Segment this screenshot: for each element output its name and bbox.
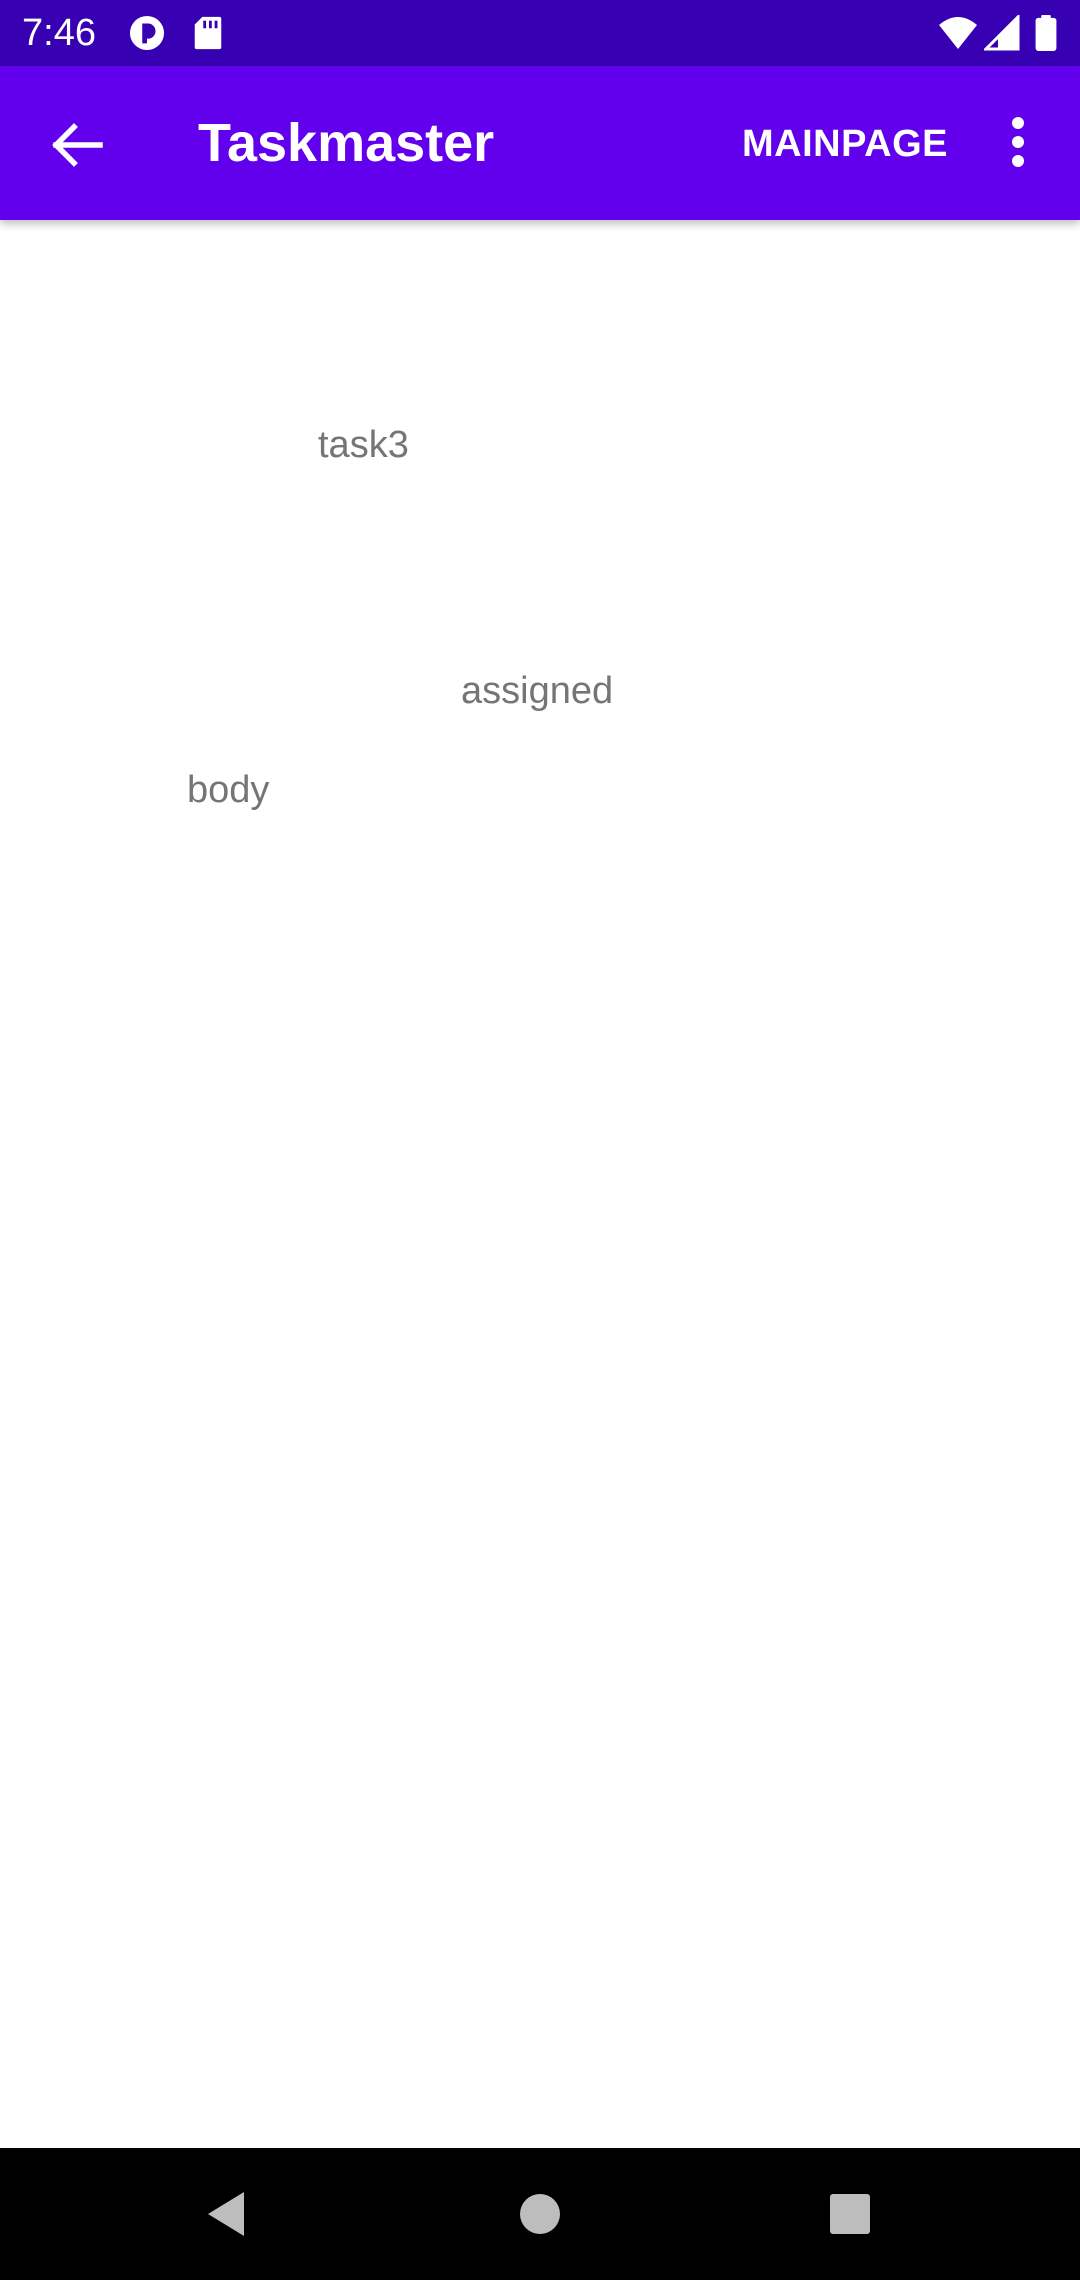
task-detail-screen: 7:46 Taskmaster MAINPAGE task3 assigned … xyxy=(0,0,1080,2280)
app-bar: Taskmaster MAINPAGE xyxy=(0,66,1080,220)
home-circle-icon[interactable] xyxy=(508,2182,572,2246)
navigation-bar xyxy=(0,2148,1080,2280)
recents-square-icon[interactable] xyxy=(818,2182,882,2246)
mainpage-button[interactable]: MAINPAGE xyxy=(720,116,970,172)
sd-card-icon xyxy=(194,16,222,50)
battery-icon xyxy=(1035,15,1057,51)
status-bar: 7:46 xyxy=(0,0,1080,66)
task-body: body xyxy=(187,769,270,811)
wifi-icon xyxy=(939,17,977,49)
cell-signal-icon xyxy=(984,15,1020,51)
overflow-menu-icon[interactable] xyxy=(990,109,1046,181)
task-title: task3 xyxy=(318,424,409,466)
app-title: Taskmaster xyxy=(198,113,495,173)
status-time: 7:46 xyxy=(22,12,96,54)
back-arrow-icon[interactable] xyxy=(40,109,112,181)
task-state: assigned xyxy=(461,670,614,712)
back-triangle-icon[interactable] xyxy=(194,2182,258,2246)
notification-app-icon xyxy=(129,15,165,51)
